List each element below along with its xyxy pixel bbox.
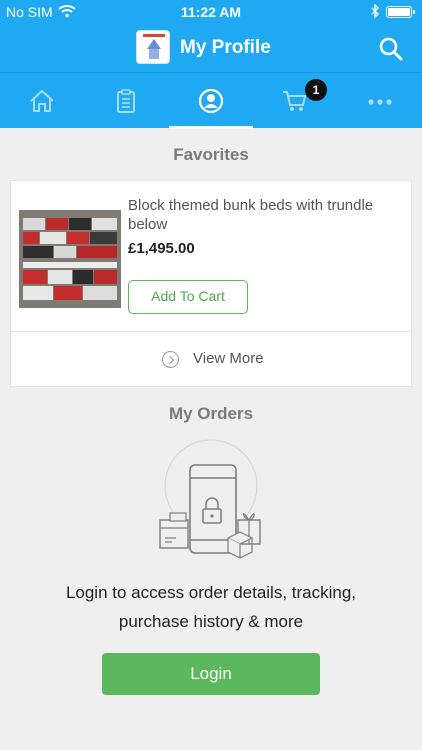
- app-header: My Profile: [0, 24, 422, 72]
- view-more-label: View More: [193, 350, 264, 367]
- tab-profile[interactable]: [169, 73, 253, 129]
- more-dots-icon: [368, 99, 392, 105]
- tab-cart[interactable]: 1: [253, 73, 337, 129]
- view-more-button[interactable]: View More: [11, 332, 411, 386]
- home-icon: [30, 89, 54, 112]
- favorites-title: Favorites: [173, 145, 249, 164]
- page-title: My Profile: [180, 37, 271, 58]
- user-circle-icon: [198, 88, 224, 114]
- store-logo-icon[interactable]: [136, 30, 170, 64]
- bluetooth-icon: [370, 3, 380, 21]
- tab-catalog[interactable]: [84, 73, 168, 129]
- cart-icon: [283, 91, 307, 111]
- chevron-right-circle-icon: [162, 351, 179, 368]
- orders-title: My Orders: [168, 404, 254, 423]
- active-tab-indicator: [169, 126, 253, 129]
- cart-badge: 1: [305, 79, 327, 101]
- tab-more[interactable]: [338, 73, 422, 129]
- tab-bar: 1: [0, 72, 422, 129]
- status-bar: No SIM 11:22 AM: [0, 0, 422, 24]
- tab-home[interactable]: [0, 73, 84, 129]
- orders-locked-illustration: [156, 438, 266, 566]
- add-to-cart-button[interactable]: Add To Cart: [128, 280, 248, 314]
- favorite-card: Block themed bunk beds with trundle belo…: [10, 180, 412, 387]
- product-price: £1,495.00: [128, 240, 195, 257]
- product-name[interactable]: Block themed bunk beds with trundle belo…: [128, 196, 398, 234]
- search-icon[interactable]: [378, 36, 404, 62]
- clipboard-icon: [117, 89, 135, 113]
- product-image[interactable]: [19, 210, 121, 308]
- login-button[interactable]: Login: [102, 653, 320, 695]
- clock: 11:22 AM: [180, 4, 242, 20]
- login-message: Login to access order details, tracking,…: [65, 583, 357, 631]
- battery-icon: [386, 6, 415, 18]
